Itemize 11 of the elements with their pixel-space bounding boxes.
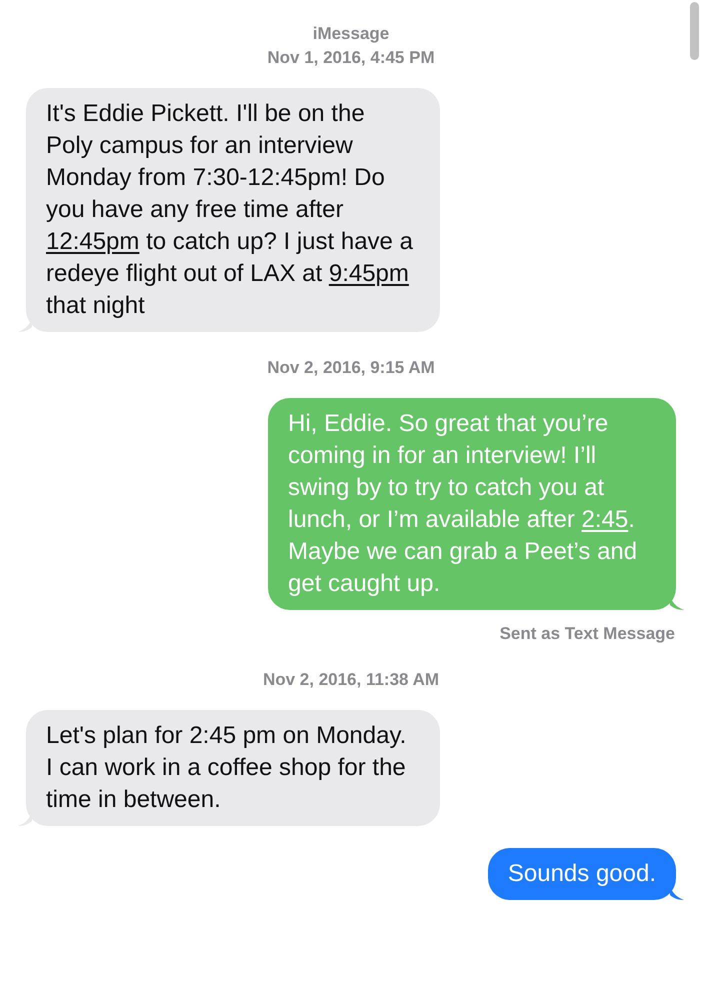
- message-bubble[interactable]: It's Eddie Pickett. I'll be on the Poly campus for an interview Monday from 7:30-12:45pm! Do you have any free time after 12:45pm to catch up? I just have a redeye flight out of LAX at 9:45pm that night: [26, 88, 440, 332]
- service-label: iMessage: [312, 24, 390, 44]
- timestamp: Nov 2, 2016, 11:38 AM: [262, 670, 440, 690]
- delivery-status: Sent as Text Message: [500, 624, 675, 644]
- date-link[interactable]: 12:45pm: [46, 228, 140, 255]
- scrollbar[interactable]: [690, 2, 699, 60]
- timestamp: Nov 1, 2016, 4:45 PM: [267, 48, 435, 68]
- date-link[interactable]: 9:45pm: [328, 260, 409, 287]
- timestamp: Nov 2, 2016, 9:15 AM: [267, 358, 435, 378]
- message-bubble[interactable]: Sounds good.: [488, 848, 676, 900]
- message-bubble[interactable]: Let's plan for 2:45 pm on Monday. I can work in a coffee shop for the time in between.: [26, 710, 440, 826]
